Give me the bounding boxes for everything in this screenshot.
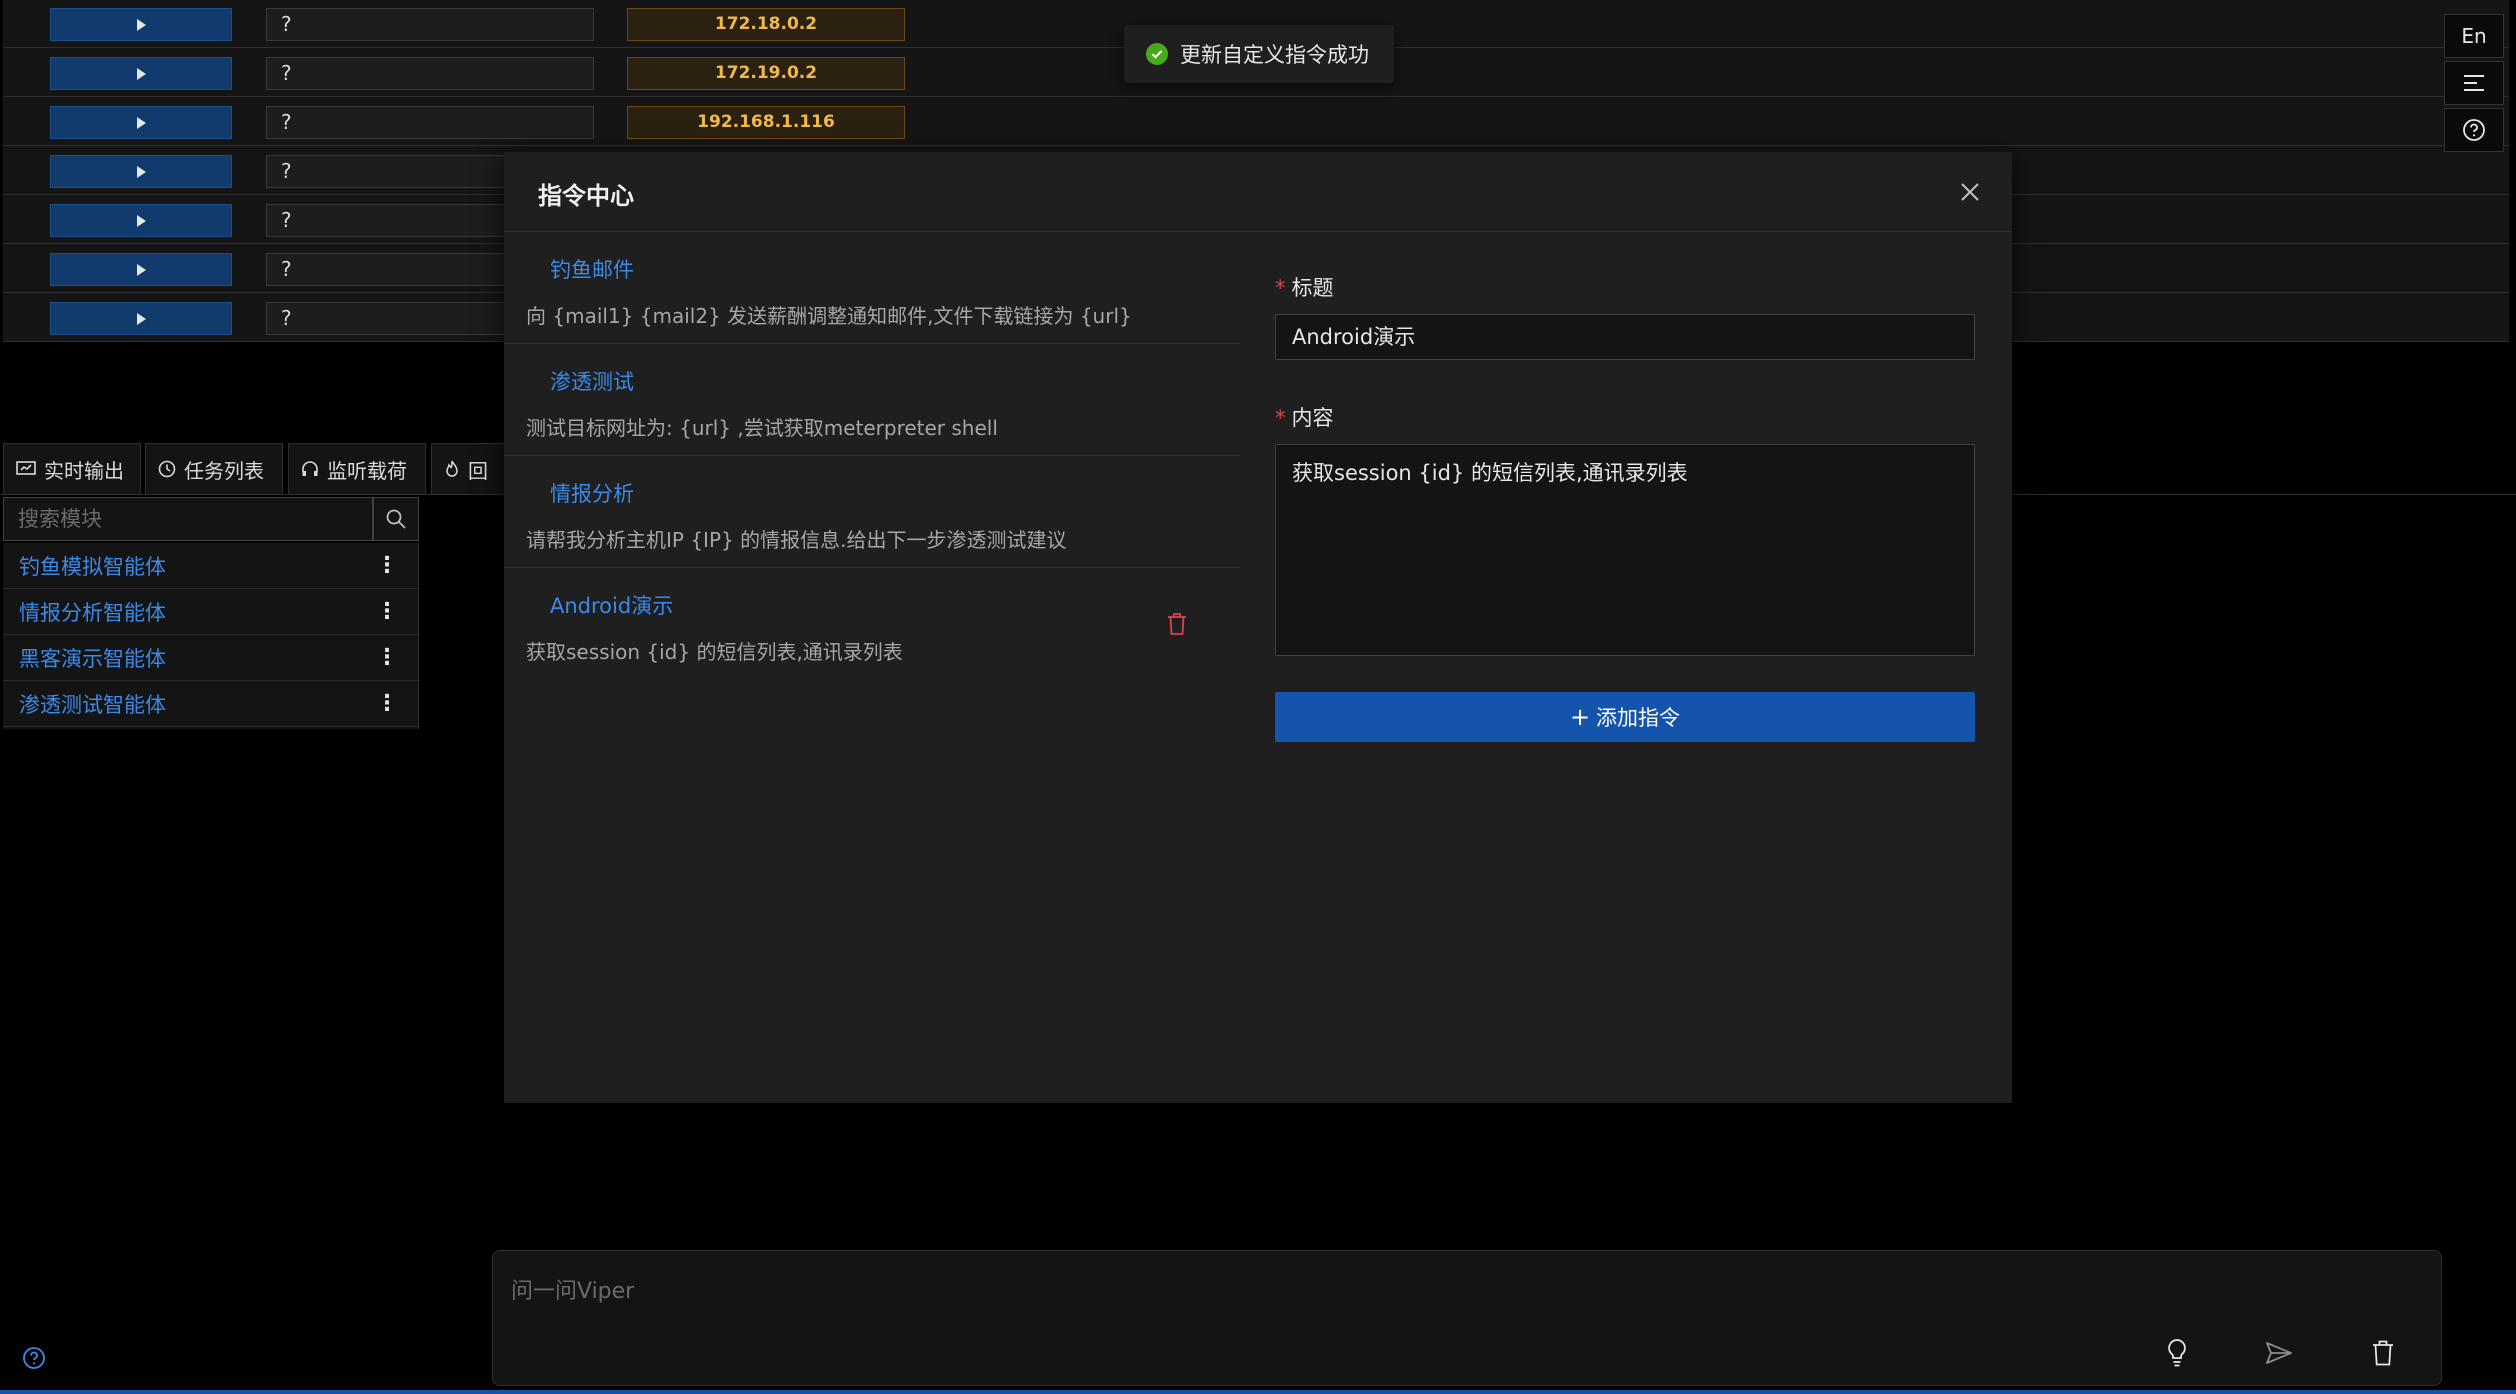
- send-icon[interactable]: [2259, 1333, 2299, 1373]
- session-placeholder: ?: [266, 106, 594, 139]
- play-icon: [136, 214, 146, 227]
- tab-label: 实时输出: [44, 458, 124, 483]
- command-name[interactable]: 钓鱼邮件: [550, 254, 634, 284]
- close-icon[interactable]: [1952, 174, 1988, 210]
- modal-header: 指令中心: [504, 152, 2012, 232]
- play-icon: [136, 165, 146, 178]
- module-search-input[interactable]: 搜索模块: [3, 497, 373, 541]
- list-item[interactable]: 情报分析智能体 ⋮: [3, 589, 418, 635]
- command-content: 向 {mail1} {mail2} 发送薪酬调整通知邮件,文件下载链接为 {ur…: [526, 304, 1132, 328]
- list-item[interactable]: 渗透测试智能体 ⋮: [3, 681, 418, 727]
- play-icon: [136, 263, 146, 276]
- list-item[interactable]: 情报分析 请帮我分析主机IP {IP} 的情报信息.给出下一步渗透测试建议: [504, 456, 1240, 568]
- expand-button[interactable]: [50, 155, 232, 188]
- more-vertical-icon[interactable]: ⋮: [376, 645, 398, 670]
- command-list: 钓鱼邮件 向 {mail1} {mail2} 发送薪酬调整通知邮件,文件下载链接…: [504, 232, 1240, 680]
- content-textarea[interactable]: 获取session {id} 的短信列表,通讯录列表: [1275, 444, 1975, 656]
- command-name[interactable]: 情报分析: [550, 478, 634, 508]
- play-icon: [136, 18, 146, 31]
- play-icon: [136, 312, 146, 325]
- session-placeholder: ?: [266, 57, 594, 90]
- list-item[interactable]: 黑客演示智能体 ⋮: [3, 635, 418, 681]
- play-icon: [136, 116, 146, 129]
- monitor-icon: [16, 460, 36, 478]
- title-label: * 标题: [1275, 276, 1334, 300]
- module-label[interactable]: 渗透测试智能体: [19, 689, 166, 719]
- tab-realtime-output[interactable]: 实时输出: [3, 443, 141, 495]
- more-vertical-icon[interactable]: ⋮: [376, 553, 398, 578]
- tab-more[interactable]: 回: [431, 443, 511, 495]
- title-label-text: 标题: [1291, 276, 1334, 300]
- content-label-text: 内容: [1291, 406, 1334, 430]
- success-toast: 更新自定义指令成功: [1124, 25, 1394, 83]
- command-name[interactable]: Android演示: [550, 590, 673, 620]
- footer-accent-bar: [0, 1390, 2516, 1394]
- help-icon[interactable]: [22, 1346, 46, 1374]
- command-content: 获取session {id} 的短信列表,通讯录列表: [526, 640, 903, 664]
- toast-message: 更新自定义指令成功: [1180, 43, 1369, 67]
- play-icon: [136, 67, 146, 80]
- ip-tag[interactable]: 192.168.1.116: [627, 106, 905, 139]
- ip-tag[interactable]: 172.19.0.2: [627, 57, 905, 90]
- expand-button[interactable]: [50, 57, 232, 90]
- trash-icon[interactable]: [1166, 612, 1188, 640]
- plus-icon: +: [1569, 703, 1591, 731]
- list-item[interactable]: Android演示 获取session {id} 的短信列表,通讯录列表: [504, 568, 1240, 680]
- tab-label: 监听载荷: [327, 458, 407, 483]
- clock-icon: [158, 460, 176, 478]
- content-label: * 内容: [1275, 406, 1334, 430]
- tab-listener-payload[interactable]: 监听载荷: [288, 443, 426, 495]
- add-command-label: 添加指令: [1596, 706, 1681, 730]
- command-content: 请帮我分析主机IP {IP} 的情报信息.给出下一步渗透测试建议: [526, 528, 1067, 552]
- command-name[interactable]: 渗透测试: [550, 366, 634, 396]
- tab-task-list[interactable]: 任务列表: [145, 443, 283, 495]
- headphones-icon: [301, 460, 319, 478]
- module-label[interactable]: 黑客演示智能体: [19, 643, 166, 673]
- tab-label: 回: [468, 458, 488, 483]
- search-icon[interactable]: [373, 497, 419, 541]
- trash-icon[interactable]: [2363, 1333, 2403, 1373]
- modal-title: 指令中心: [538, 182, 634, 210]
- fire-icon: [444, 460, 460, 478]
- list-item[interactable]: 钓鱼邮件 向 {mail1} {mail2} 发送薪酬调整通知邮件,文件下载链接…: [504, 232, 1240, 344]
- expand-button[interactable]: [50, 8, 232, 41]
- lightbulb-icon[interactable]: [2157, 1333, 2197, 1373]
- module-list: 钓鱼模拟智能体 ⋮ 情报分析智能体 ⋮ 黑客演示智能体 ⋮ 渗透测试智能体 ⋮: [3, 543, 419, 729]
- expand-button[interactable]: [50, 106, 232, 139]
- menu-lines-icon[interactable]: [2444, 61, 2504, 105]
- session-row[interactable]: ? 192.168.1.116: [3, 98, 2509, 146]
- expand-button[interactable]: [50, 204, 232, 237]
- check-circle-icon: [1146, 43, 1168, 65]
- chat-box: 问一问Viper: [492, 1250, 2442, 1386]
- list-item[interactable]: 渗透测试 测试目标网址为: {url} ,尝试获取meterpreter she…: [504, 344, 1240, 456]
- expand-button[interactable]: [50, 253, 232, 286]
- expand-button[interactable]: [50, 302, 232, 335]
- ip-tag[interactable]: 172.18.0.2: [627, 8, 905, 41]
- more-vertical-icon[interactable]: ⋮: [376, 599, 398, 624]
- module-label[interactable]: 情报分析智能体: [19, 597, 166, 627]
- language-toggle-button[interactable]: En: [2444, 14, 2504, 58]
- list-item[interactable]: 钓鱼模拟智能体 ⋮: [3, 543, 418, 589]
- command-center-modal: 指令中心 钓鱼邮件 向 {mail1} {mail2} 发送薪酬调整通知邮件,文…: [504, 152, 2012, 1103]
- chat-input[interactable]: 问一问Viper: [511, 1273, 634, 1305]
- command-content: 测试目标网址为: {url} ,尝试获取meterpreter shell: [526, 416, 998, 440]
- add-command-button[interactable]: + 添加指令: [1275, 692, 1975, 742]
- tab-label: 任务列表: [184, 458, 264, 483]
- more-vertical-icon[interactable]: ⋮: [376, 691, 398, 716]
- module-label[interactable]: 钓鱼模拟智能体: [19, 551, 166, 581]
- question-circle-icon[interactable]: [2444, 108, 2504, 152]
- session-placeholder: ?: [266, 8, 594, 41]
- title-input[interactable]: Android演示: [1275, 314, 1975, 360]
